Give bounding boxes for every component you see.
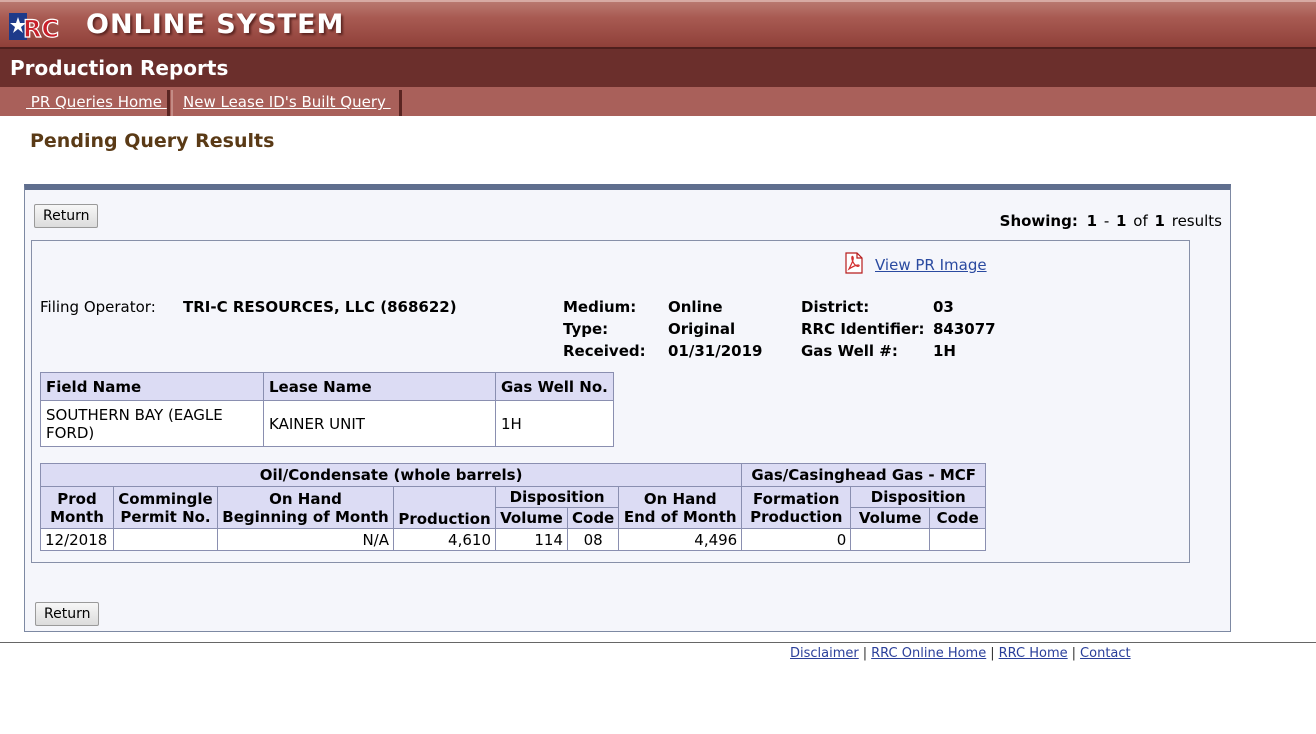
th-oil-volume: Volume <box>495 507 568 529</box>
type-label: Type: <box>563 320 609 338</box>
report-box: View PR Image Filing Operator: TRI-C RES… <box>31 240 1190 563</box>
th-gas-code: Code <box>929 507 987 529</box>
cell-lease-name: KAINER UNIT <box>263 400 496 447</box>
showing-total: 1 <box>1154 212 1165 230</box>
system-title: ONLINE SYSTEM <box>86 9 345 40</box>
type-value: Original <box>668 320 736 338</box>
production-table: Oil/Condensate (whole barrels) Gas/Casin… <box>39 463 987 551</box>
lease-table: Field Name Lease Name Gas Well No. SOUTH… <box>40 372 614 447</box>
th-oil-code: Code <box>566 507 620 529</box>
showing-to: 1 <box>1116 212 1127 230</box>
cell-field-name: SOUTHERN BAY (EAGLE FORD) <box>40 400 264 447</box>
footer-link-contact[interactable]: Contact <box>1080 646 1131 661</box>
cell-gas-volume <box>850 528 931 551</box>
showing-label: Showing: <box>999 212 1078 230</box>
gas-well-value: 1H <box>933 342 956 360</box>
table-row: SOUTHERN BAY (EAGLE FORD) KAINER UNIT 1H <box>40 400 614 447</box>
th-gas-volume: Volume <box>850 507 931 529</box>
return-button-top[interactable]: Return <box>34 204 99 228</box>
rrc-logo: RC <box>9 13 60 42</box>
results-panel: Return Showing: 1 - 1 of 1 results View … <box>24 184 1231 632</box>
th-gas-well-no: Gas Well No. <box>495 372 614 401</box>
th-on-hand-end: On Hand End of Month <box>618 486 743 529</box>
nav-new-lease-query[interactable]: New Lease ID's Built Query <box>171 90 402 116</box>
showing-suffix: results <box>1171 212 1222 230</box>
cell-on-hand-end: 4,496 <box>618 528 743 551</box>
footer: Disclaimer | RRC Online Home | RRC Home | Cont… <box>790 646 1131 661</box>
cell-commingle <box>113 528 218 551</box>
group-gas-header: Gas/Casinghead Gas - MCF <box>741 463 987 487</box>
cell-oil-volume: 114 <box>495 528 568 551</box>
th-formation-production: Formation Production <box>741 486 852 529</box>
cell-gas-code <box>929 528 987 551</box>
district-value: 03 <box>933 298 954 316</box>
cell-formation-production: 0 <box>741 528 852 551</box>
showing-from: 1 <box>1086 212 1098 230</box>
showing-of: of <box>1133 212 1148 230</box>
footer-link-rrc-home[interactable]: RRC Home <box>999 646 1068 661</box>
svg-text:RC: RC <box>23 15 59 42</box>
cell-on-hand-begin: N/A <box>217 528 394 551</box>
footer-link-rrc-online-home[interactable]: RRC Online Home <box>871 646 986 661</box>
return-button-bottom[interactable]: Return <box>35 602 100 626</box>
page-title: Pending Query Results <box>30 130 275 152</box>
footer-link-disclaimer[interactable]: Disclaimer <box>790 646 859 661</box>
th-commingle: Commingle Permit No. <box>113 486 218 529</box>
nav-pr-queries-home[interactable]: PR Queries Home <box>0 90 170 116</box>
group-oil-header: Oil/Condensate (whole barrels) <box>39 463 743 487</box>
section-bar: Production Reports <box>0 47 1316 87</box>
showing-dash: - <box>1103 212 1110 230</box>
th-prod-month: Prod Month <box>40 486 114 529</box>
gas-well-label: Gas Well #: <box>801 342 898 360</box>
top-banner: RC ONLINE SYSTEM <box>0 0 1316 47</box>
filing-operator-value: TRI-C RESOURCES, LLC (868622) <box>183 298 457 316</box>
pdf-icon[interactable] <box>845 252 863 274</box>
cell-oil-code: 08 <box>566 528 620 551</box>
th-field-name: Field Name <box>40 372 264 401</box>
th-oil-disposition: Disposition <box>494 486 620 508</box>
results-count: Showing: 1 - 1 of 1 results <box>998 212 1222 230</box>
filing-operator-label: Filing Operator: <box>40 298 156 316</box>
nav-bar: PR Queries Home New Lease ID's Built Que… <box>0 87 1316 116</box>
section-title: Production Reports <box>10 56 229 80</box>
th-production: Production <box>393 486 496 529</box>
th-gas-disposition: Disposition <box>850 486 987 508</box>
received-value: 01/31/2019 <box>668 342 763 360</box>
cell-prod-month: 12/2018 <box>40 528 114 551</box>
medium-value: Online <box>668 298 723 316</box>
rrc-id-label: RRC Identifier: <box>801 320 925 338</box>
table-row: 12/2018 N/A 4,610 114 08 4,496 0 <box>40 528 987 551</box>
th-lease-name: Lease Name <box>263 372 496 401</box>
cell-production: 4,610 <box>393 528 496 551</box>
th-on-hand-begin: On Hand Beginning of Month <box>217 486 394 529</box>
medium-label: Medium: <box>563 298 637 316</box>
cell-gas-well-no: 1H <box>495 400 614 447</box>
view-pr-image-link[interactable]: View PR Image <box>875 256 987 274</box>
footer-divider <box>0 642 1316 643</box>
rrc-id-value: 843077 <box>933 320 996 338</box>
district-label: District: <box>801 298 870 316</box>
received-label: Received: <box>563 342 646 360</box>
